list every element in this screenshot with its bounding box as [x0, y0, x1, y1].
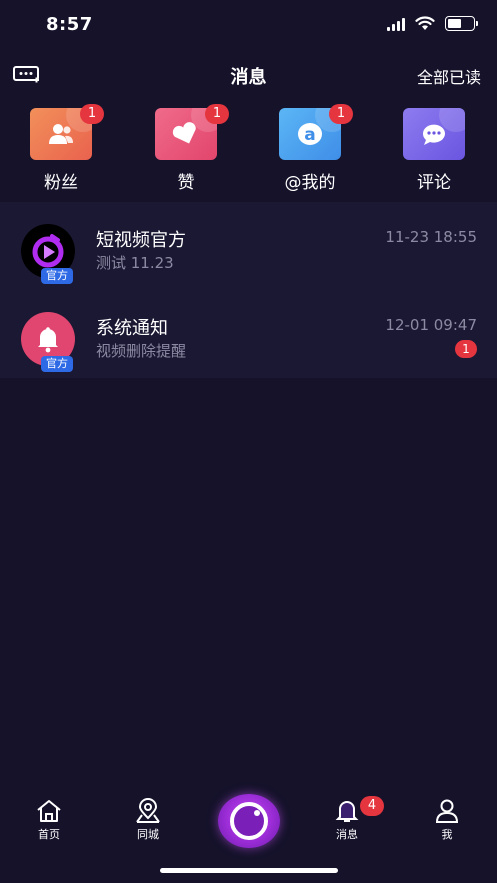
list-item[interactable]: 官方 系统通知 视频删除提醒 12-01 09:47 1 [0, 290, 497, 378]
message-time: 11-23 18:55 [385, 228, 477, 246]
avatar: 官方 [21, 312, 75, 372]
message-preview: 测试 11.23 [96, 254, 174, 272]
category-badge: 1 [80, 104, 104, 124]
tab-badge: 4 [360, 796, 384, 816]
wifi-icon [415, 16, 435, 30]
signal-icon [387, 17, 405, 31]
battery-icon [445, 16, 478, 31]
tab-home[interactable]: 首页 [19, 798, 79, 842]
message-title: 系统通知 [96, 318, 168, 339]
status-bar: 8:57 [0, 0, 497, 50]
message-preview: 视频删除提醒 [96, 342, 187, 360]
category-label: 粉丝 [44, 173, 78, 193]
category-likes[interactable]: 1 赞 [141, 104, 231, 193]
bell-icon [333, 798, 361, 824]
message-list: 官方 短视频官方 测试 11.23 11-23 18:55 官方 系统通知 视频… [0, 202, 497, 378]
category-comments[interactable]: 评论 [389, 108, 479, 193]
category-fans[interactable]: 1 粉丝 [16, 104, 106, 193]
tab-label: 首页 [38, 828, 60, 841]
message-title: 短视频官方 [96, 230, 186, 251]
category-badge: 1 [329, 104, 353, 124]
tab-label: 我 [441, 828, 453, 841]
location-icon [134, 798, 162, 824]
list-item[interactable]: 官方 短视频官方 测试 11.23 11-23 18:55 [0, 202, 497, 290]
user-icon [433, 798, 461, 824]
play-logo-icon [32, 234, 64, 268]
official-tag: 官方 [41, 356, 73, 372]
status-time: 8:57 [46, 14, 93, 35]
category-badge: 1 [205, 104, 229, 124]
home-indicator [160, 868, 338, 873]
bottom-tabbar: 首页 同城 消息 4 我 [0, 790, 497, 860]
home-icon [35, 798, 63, 824]
avatar: 官方 [21, 224, 75, 284]
bell-icon [38, 327, 58, 353]
message-categories: 1 粉丝 1 赞 a 1 @我的 评论 [0, 104, 497, 198]
category-label: 赞 [177, 173, 195, 193]
tab-city[interactable]: 同城 [118, 798, 178, 842]
svg-text:a: a [304, 125, 315, 145]
message-time: 12-01 09:47 [385, 316, 477, 334]
comment-icon [403, 108, 465, 160]
official-tag: 官方 [41, 268, 73, 284]
category-label: @我的 [284, 173, 336, 193]
mark-all-read-button[interactable]: 全部已读 [417, 64, 481, 88]
category-mentions[interactable]: a 1 @我的 [265, 104, 355, 193]
camera-record-button[interactable] [218, 794, 280, 848]
header: 消息 全部已读 [0, 56, 497, 96]
category-label: 评论 [417, 173, 451, 193]
camera-lens-icon [230, 802, 268, 840]
tab-label: 消息 [336, 828, 358, 841]
tab-label: 同城 [137, 828, 159, 841]
unread-badge: 1 [455, 340, 477, 358]
tab-me[interactable]: 我 [417, 798, 477, 842]
status-icons [387, 16, 478, 31]
